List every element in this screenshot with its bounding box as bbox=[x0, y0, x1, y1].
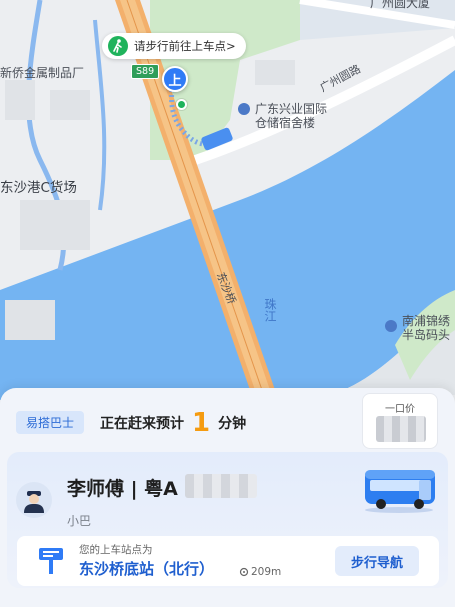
map-label-building: 广州圆大厦 bbox=[370, 0, 431, 10]
pier-icon bbox=[385, 320, 397, 332]
walk-navigation-button[interactable]: 步行导航 bbox=[335, 546, 419, 576]
driver-avatar bbox=[16, 482, 52, 518]
price-label: 一口价 bbox=[385, 404, 415, 415]
map-label-river: 珠江 bbox=[263, 298, 277, 322]
eta-unit: 分钟 bbox=[218, 415, 247, 432]
station-distance: 209m bbox=[239, 566, 281, 578]
service-tag: 易搭巴士 bbox=[16, 411, 85, 434]
poi-icon bbox=[238, 103, 250, 115]
walk-tip-text: 请步行前往上车点> bbox=[134, 39, 236, 53]
map-label-bank-dorm-2: 仓储宿舍楼 bbox=[255, 116, 316, 130]
pickup-station-box: 您的上车站点为 东沙桥底站（北行） 209m 步行导航 bbox=[17, 536, 439, 586]
vehicle-type: 小巴 bbox=[67, 514, 92, 528]
price-blurred bbox=[376, 416, 426, 442]
station-caption: 您的上车站点为 bbox=[79, 544, 153, 556]
price-box: 一口价 bbox=[362, 393, 438, 449]
map-label-factory: 新侨金属制品厂 bbox=[0, 66, 85, 80]
driver-card: 李师傅 | 粤A 小巴 您的上车站点为 东沙桥底站（北行） 209m 步行导航 bbox=[7, 452, 448, 588]
walking-icon bbox=[108, 36, 128, 56]
road-badge: S89 bbox=[131, 64, 160, 79]
driver-name: 李师傅 | 粤A bbox=[67, 478, 178, 500]
eta-minutes: 1 bbox=[192, 407, 211, 438]
location-icon bbox=[239, 567, 249, 577]
bus-stop-icon bbox=[37, 546, 65, 580]
plate-blurred bbox=[185, 474, 257, 498]
station-distance-value: 209m bbox=[251, 566, 282, 578]
map-label-freight: 东沙港C货场 bbox=[0, 180, 77, 196]
trip-sheet: 易搭巴士 正在赶来预计 1 分钟 一口价 李师傅 | 粤A 小巴 您的上车站点为… bbox=[0, 388, 455, 607]
station-name: 东沙桥底站（北行） bbox=[79, 560, 215, 578]
bus-icon bbox=[359, 466, 439, 518]
driver-icon bbox=[24, 491, 44, 513]
map-label-pier-2: 半岛码头 bbox=[402, 328, 451, 342]
pickup-pin[interactable]: 上 bbox=[162, 66, 188, 92]
walk-to-pickup-tip[interactable]: 请步行前往上车点> bbox=[102, 33, 246, 59]
my-location-dot bbox=[176, 99, 187, 110]
status-text: 正在赶来预计 bbox=[100, 415, 185, 432]
status-row: 易搭巴士 正在赶来预计 1 分钟 bbox=[16, 407, 247, 438]
